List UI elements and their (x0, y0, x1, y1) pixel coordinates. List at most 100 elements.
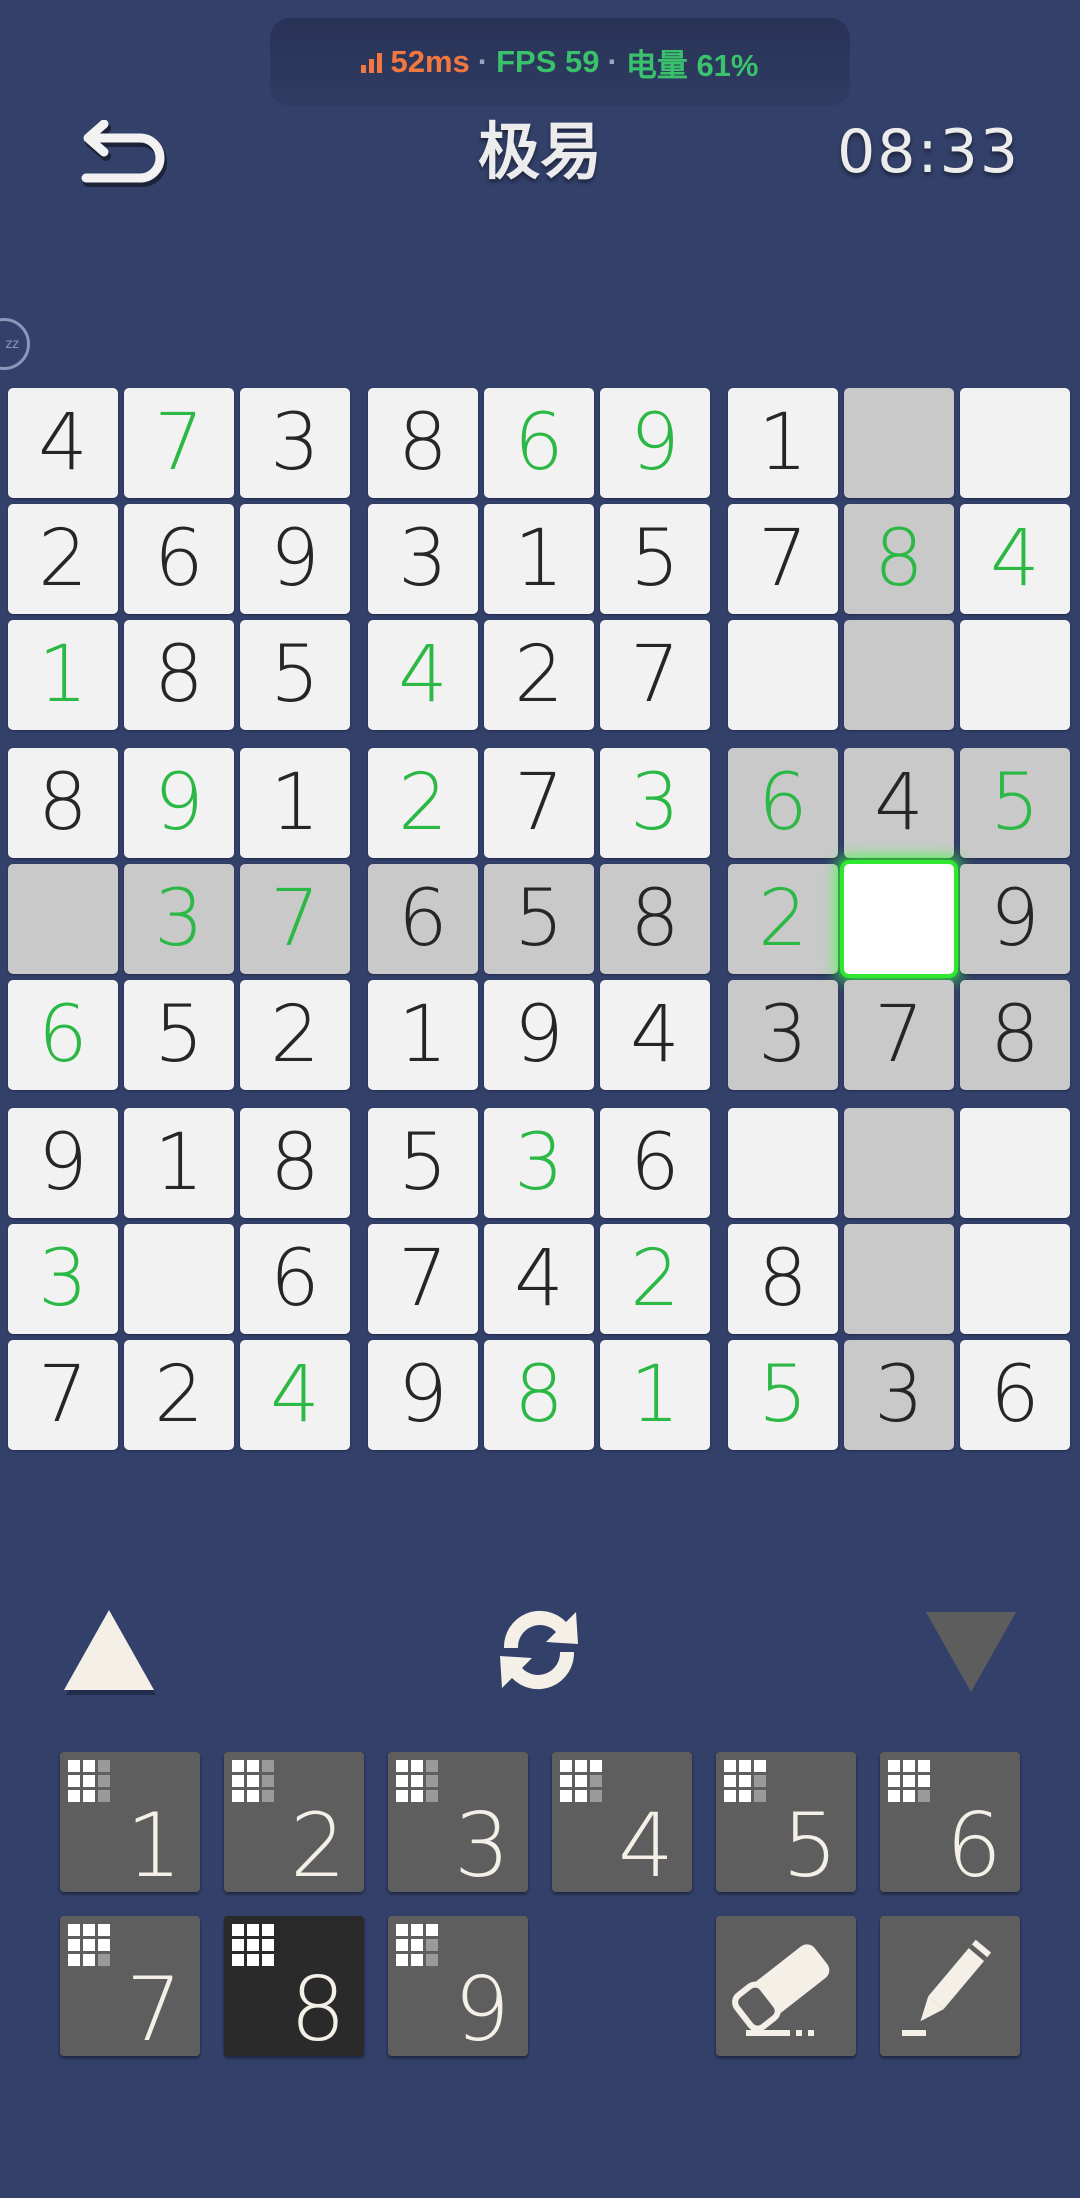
sudoku-cell[interactable]: 9 (600, 388, 710, 498)
sudoku-cell[interactable]: 6 (484, 388, 594, 498)
digit-button-9[interactable]: 9 (388, 1916, 528, 2056)
refresh-icon[interactable] (484, 1600, 594, 1700)
sudoku-cell[interactable]: 7 (240, 864, 350, 974)
sudoku-cell[interactable]: 1 (600, 1340, 710, 1450)
triangle-up-icon[interactable] (60, 1606, 158, 1696)
sudoku-cell[interactable]: 1 (8, 620, 118, 730)
sudoku-cell[interactable] (728, 1108, 838, 1218)
sudoku-cell[interactable] (844, 864, 954, 974)
sudoku-cell[interactable]: 6 (728, 748, 838, 858)
digit-button-4[interactable]: 4 (552, 1752, 692, 1892)
sudoku-cell[interactable]: 5 (484, 864, 594, 974)
sudoku-cell[interactable]: 4 (844, 748, 954, 858)
sudoku-cell[interactable]: 5 (240, 620, 350, 730)
sudoku-cell[interactable] (960, 1108, 1070, 1218)
sudoku-cell[interactable]: 5 (124, 980, 234, 1090)
sudoku-cell[interactable] (124, 1224, 234, 1334)
sudoku-cell[interactable]: 4 (8, 388, 118, 498)
sudoku-cell[interactable]: 6 (960, 1340, 1070, 1450)
digit-button-5[interactable]: 5 (716, 1752, 856, 1892)
sudoku-cell[interactable]: 8 (600, 864, 710, 974)
sudoku-cell[interactable]: 5 (368, 1108, 478, 1218)
triangle-down-icon[interactable] (922, 1608, 1020, 1698)
sudoku-cell[interactable]: 3 (844, 1340, 954, 1450)
digit-label: 1 (126, 1794, 182, 1897)
digit-progress-grid-icon (68, 1760, 112, 1804)
sudoku-cell[interactable]: 9 (8, 1108, 118, 1218)
sudoku-cell[interactable]: 7 (124, 388, 234, 498)
sudoku-cell[interactable]: 9 (484, 980, 594, 1090)
digit-button-3[interactable]: 3 (388, 1752, 528, 1892)
sudoku-cell[interactable]: 9 (240, 504, 350, 614)
sudoku-cell[interactable]: 1 (124, 1108, 234, 1218)
sudoku-cell[interactable]: 2 (240, 980, 350, 1090)
separator: · (477, 44, 489, 79)
sudoku-cell[interactable] (844, 1224, 954, 1334)
sudoku-cell[interactable]: 7 (844, 980, 954, 1090)
sudoku-cell[interactable]: 8 (844, 504, 954, 614)
sudoku-cell[interactable]: 8 (124, 620, 234, 730)
sudoku-cell[interactable]: 7 (368, 1224, 478, 1334)
sudoku-cell[interactable]: 8 (240, 1108, 350, 1218)
sudoku-cell[interactable]: 1 (368, 980, 478, 1090)
sudoku-cell[interactable]: 2 (124, 1340, 234, 1450)
sudoku-cell[interactable]: 4 (960, 504, 1070, 614)
sudoku-cell[interactable]: 4 (240, 1340, 350, 1450)
sudoku-cell[interactable]: 7 (484, 748, 594, 858)
sudoku-cell[interactable]: 3 (484, 1108, 594, 1218)
sudoku-cell[interactable]: 7 (8, 1340, 118, 1450)
sudoku-cell[interactable]: 3 (368, 504, 478, 614)
sudoku-cell[interactable]: 6 (240, 1224, 350, 1334)
sudoku-cell[interactable]: 1 (728, 388, 838, 498)
digit-button-6[interactable]: 6 (880, 1752, 1020, 1892)
sudoku-cell[interactable]: 8 (8, 748, 118, 858)
sudoku-cell[interactable]: 2 (728, 864, 838, 974)
sudoku-cell[interactable]: 8 (368, 388, 478, 498)
digit-progress-grid-icon (396, 1760, 440, 1804)
digit-button-8[interactable]: 8 (224, 1916, 364, 2056)
sudoku-cell[interactable]: 2 (8, 504, 118, 614)
sudoku-cell[interactable]: 3 (728, 980, 838, 1090)
sudoku-cell[interactable]: 4 (600, 980, 710, 1090)
sudoku-cell[interactable] (960, 620, 1070, 730)
pencil-button[interactable] (880, 1916, 1020, 2056)
sudoku-cell[interactable]: 8 (484, 1340, 594, 1450)
sudoku-cell[interactable] (844, 388, 954, 498)
sudoku-cell[interactable]: 2 (600, 1224, 710, 1334)
sudoku-cell[interactable] (844, 620, 954, 730)
sudoku-cell[interactable]: 8 (960, 980, 1070, 1090)
sudoku-cell[interactable]: 5 (600, 504, 710, 614)
sudoku-cell[interactable] (960, 1224, 1070, 1334)
sudoku-cell[interactable]: 3 (8, 1224, 118, 1334)
sudoku-cell[interactable]: 9 (368, 1340, 478, 1450)
sudoku-cell[interactable]: 5 (960, 748, 1070, 858)
digit-button-7[interactable]: 7 (60, 1916, 200, 2056)
sudoku-cell[interactable]: 2 (484, 620, 594, 730)
sudoku-cell[interactable]: 5 (728, 1340, 838, 1450)
sudoku-cell[interactable]: 1 (240, 748, 350, 858)
sudoku-cell[interactable] (8, 864, 118, 974)
sudoku-cell[interactable]: 7 (600, 620, 710, 730)
sudoku-cell[interactable]: 9 (124, 748, 234, 858)
sleep-badge[interactable]: zz (0, 318, 30, 370)
eraser-button[interactable] (716, 1916, 856, 2056)
sudoku-cell[interactable]: 7 (728, 504, 838, 614)
sudoku-cell[interactable]: 4 (484, 1224, 594, 1334)
sudoku-cell[interactable]: 2 (368, 748, 478, 858)
sudoku-cell[interactable]: 8 (728, 1224, 838, 1334)
digit-button-2[interactable]: 2 (224, 1752, 364, 1892)
digit-button-1[interactable]: 1 (60, 1752, 200, 1892)
sudoku-cell[interactable]: 6 (124, 504, 234, 614)
sudoku-cell[interactable] (728, 620, 838, 730)
sudoku-cell[interactable]: 3 (600, 748, 710, 858)
sudoku-cell[interactable]: 6 (8, 980, 118, 1090)
sudoku-cell[interactable]: 6 (600, 1108, 710, 1218)
sudoku-cell[interactable]: 3 (124, 864, 234, 974)
sudoku-cell[interactable] (844, 1108, 954, 1218)
sudoku-cell[interactable]: 9 (960, 864, 1070, 974)
sudoku-cell[interactable] (960, 388, 1070, 498)
sudoku-cell[interactable]: 4 (368, 620, 478, 730)
sudoku-cell[interactable]: 6 (368, 864, 478, 974)
sudoku-cell[interactable]: 1 (484, 504, 594, 614)
sudoku-cell[interactable]: 3 (240, 388, 350, 498)
